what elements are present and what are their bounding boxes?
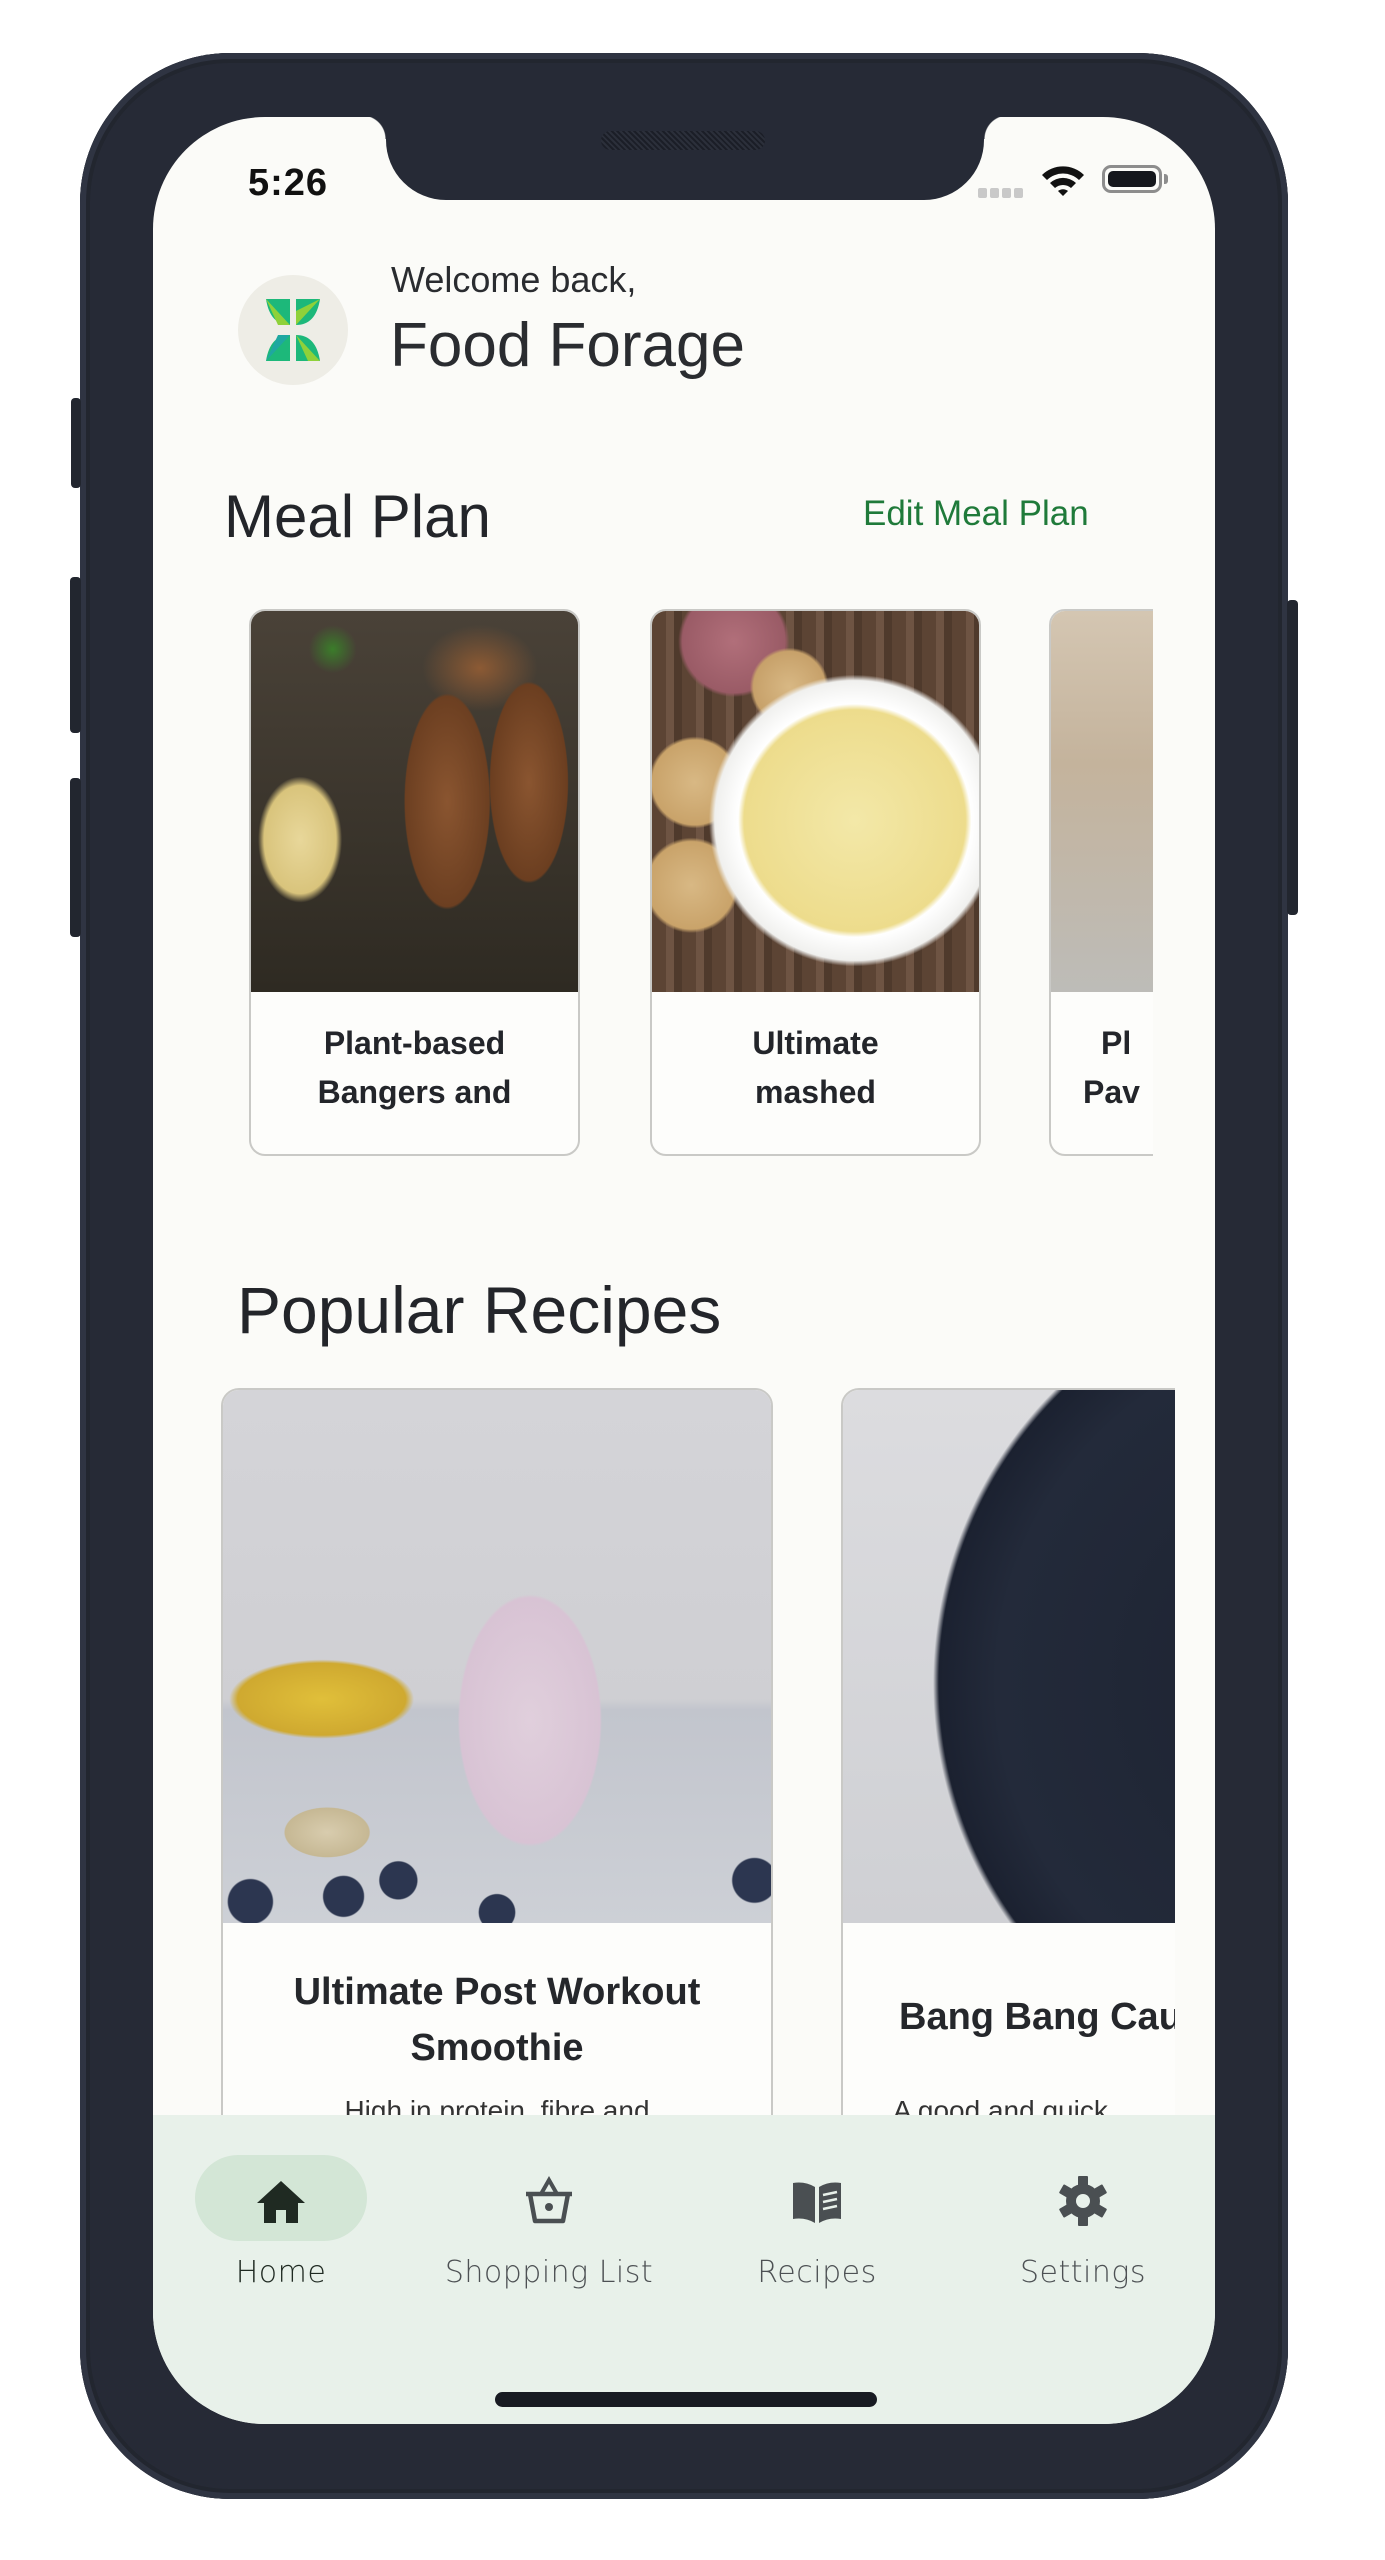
- volume-up-button: [70, 577, 81, 733]
- meal-name: Pl Pav: [1083, 1025, 1140, 1110]
- nav-settings[interactable]: Settings: [968, 2155, 1198, 2295]
- app-name: Food Forage: [390, 311, 745, 380]
- power-button: [1287, 600, 1298, 915]
- meal-card[interactable]: Plant-based Bangers and: [249, 609, 580, 1156]
- recipe-name: Ultimate Post Workout Smoothie: [293, 1971, 701, 2069]
- nav-recipes[interactable]: Recipes: [702, 2155, 932, 2295]
- app-logo: [238, 275, 348, 385]
- battery-icon: [1102, 165, 1162, 193]
- meal-name: Ultimate mashed: [752, 1025, 879, 1110]
- nav-label: Shopping List: [444, 2255, 654, 2290]
- popular-recipes-carousel[interactable]: Ultimate Post Workout Smoothie High in pr…: [153, 1385, 1175, 2235]
- home-icon: [257, 2181, 305, 2223]
- bottom-navigation: Home Shopping List Recipes Settings: [153, 2115, 1215, 2424]
- app-screen: 5:26 Welcome back, Food Forage Meal Plan…: [153, 117, 1215, 2424]
- welcome-text: Welcome back,: [391, 259, 637, 300]
- mute-switch: [71, 398, 81, 488]
- meal-card[interactable]: Ultimate mashed: [650, 609, 981, 1156]
- speaker-grille: [601, 131, 765, 150]
- nav-shopping-list[interactable]: Shopping List: [434, 2155, 664, 2295]
- meal-plan-title: Meal Plan: [224, 483, 491, 550]
- recipe-card[interactable]: Bang Bang Cau A good and quick: [841, 1388, 1175, 2235]
- nav-home[interactable]: Home: [166, 2155, 396, 2295]
- basket-icon: [526, 2175, 572, 2224]
- notch: [362, 117, 1008, 200]
- bang-bang-cauliflower-photo: [843, 1390, 1175, 1923]
- volume-down-button: [70, 778, 81, 937]
- book-icon: [793, 2182, 841, 2223]
- gear-icon: [1059, 2176, 1107, 2226]
- mashed-potato-photo: [652, 611, 979, 992]
- nav-label: Recipes: [757, 2255, 877, 2290]
- meal-name: Plant-based Bangers and: [317, 1025, 512, 1110]
- status-time: 5:26: [248, 162, 329, 204]
- nav-label: Settings: [1019, 2255, 1146, 2290]
- nav-label: Home: [235, 2255, 327, 2290]
- recipe-card[interactable]: Ultimate Post Workout Smoothie High in pr…: [221, 1388, 773, 2235]
- wifi-icon: [1042, 166, 1084, 196]
- home-indicator[interactable]: [495, 2392, 877, 2407]
- smoothie-photo: [223, 1390, 771, 1923]
- edit-meal-plan-link[interactable]: Edit Meal Plan: [863, 494, 1089, 534]
- sausages-and-mash-photo: [251, 611, 578, 992]
- meal-card[interactable]: Pl Pav: [1049, 609, 1153, 1156]
- popular-recipes-title: Popular Recipes: [237, 1273, 722, 1347]
- meal-plan-carousel[interactable]: Plant-based Bangers and Ultimate mashed …: [153, 607, 1153, 1167]
- battery-cap: [1164, 174, 1168, 184]
- pavlova-photo: [1051, 611, 1153, 992]
- leaf-logo-icon: [266, 299, 320, 361]
- recipe-name: Bang Bang Cau: [899, 1996, 1175, 2038]
